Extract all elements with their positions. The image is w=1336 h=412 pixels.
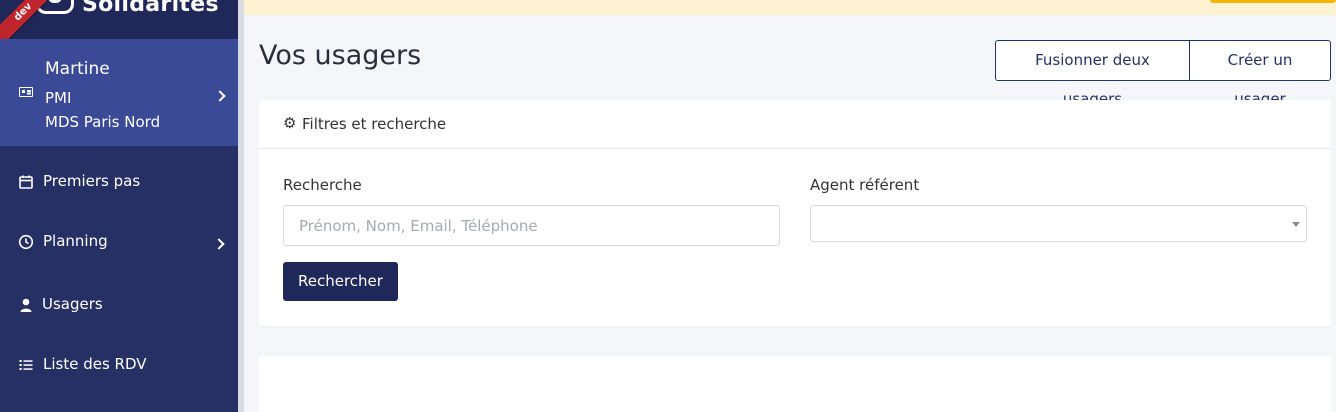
search-button[interactable]: Rechercher <box>283 262 398 301</box>
caret-down-icon <box>1292 222 1300 227</box>
sidebar-item-label: Liste des RDV <box>43 355 147 373</box>
chevron-right-icon <box>214 90 226 102</box>
list-icon <box>19 360 33 370</box>
agent-referent-label: Agent référent <box>810 176 920 194</box>
sidebar-item-label: Planning <box>43 232 108 250</box>
gear-icon: ⚙ <box>283 114 297 132</box>
banner-action-button[interactable] <box>1210 0 1336 3</box>
calendar-icon <box>19 175 33 189</box>
agent-service: PMI <box>45 89 72 107</box>
agent-organisation: MDS Paris Nord <box>45 113 161 131</box>
search-label: Recherche <box>283 176 362 194</box>
brand-name: Solidarités <box>82 0 219 17</box>
search-input[interactable] <box>283 205 780 246</box>
results-card <box>259 356 1331 412</box>
page-actions: Fusionner deux usagers Créer un usager <box>995 40 1331 108</box>
user-icon <box>20 298 32 312</box>
brand-header[interactable]: Solidarités dev <box>0 0 238 50</box>
page-title: Vos usagers <box>259 40 422 71</box>
merge-users-button[interactable]: Fusionner deux usagers <box>995 40 1190 108</box>
filters-title: Filtres et recherche <box>302 115 447 133</box>
filters-card: ⚙ Filtres et recherche Recherche Agent r… <box>259 100 1331 326</box>
chevron-right-icon <box>213 238 225 250</box>
sidebar-item-planning[interactable]: Planning <box>0 222 238 262</box>
current-agent-menu[interactable]: Martine PMI MDS Paris Nord <box>0 39 238 146</box>
sidebar-scroll-edge <box>238 0 244 412</box>
filters-card-header: ⚙ Filtres et recherche <box>259 100 1331 149</box>
sidebar: Solidarités dev Martine PMI MDS Paris No… <box>0 0 238 412</box>
sidebar-item-label: Premiers pas <box>43 172 141 190</box>
agent-referent-select[interactable] <box>810 205 1307 242</box>
id-card-icon <box>19 87 33 97</box>
agent-name: Martine <box>45 59 110 79</box>
sidebar-item-label: Usagers <box>42 295 103 313</box>
clock-icon <box>18 234 34 250</box>
sidebar-item-premiers-pas[interactable]: Premiers pas <box>0 162 238 202</box>
create-user-button[interactable]: Créer un usager <box>1190 40 1331 108</box>
sidebar-item-usagers[interactable]: Usagers <box>0 285 238 325</box>
environment-banner <box>244 0 1336 15</box>
sidebar-item-liste-rdv[interactable]: Liste des RDV <box>0 345 238 385</box>
